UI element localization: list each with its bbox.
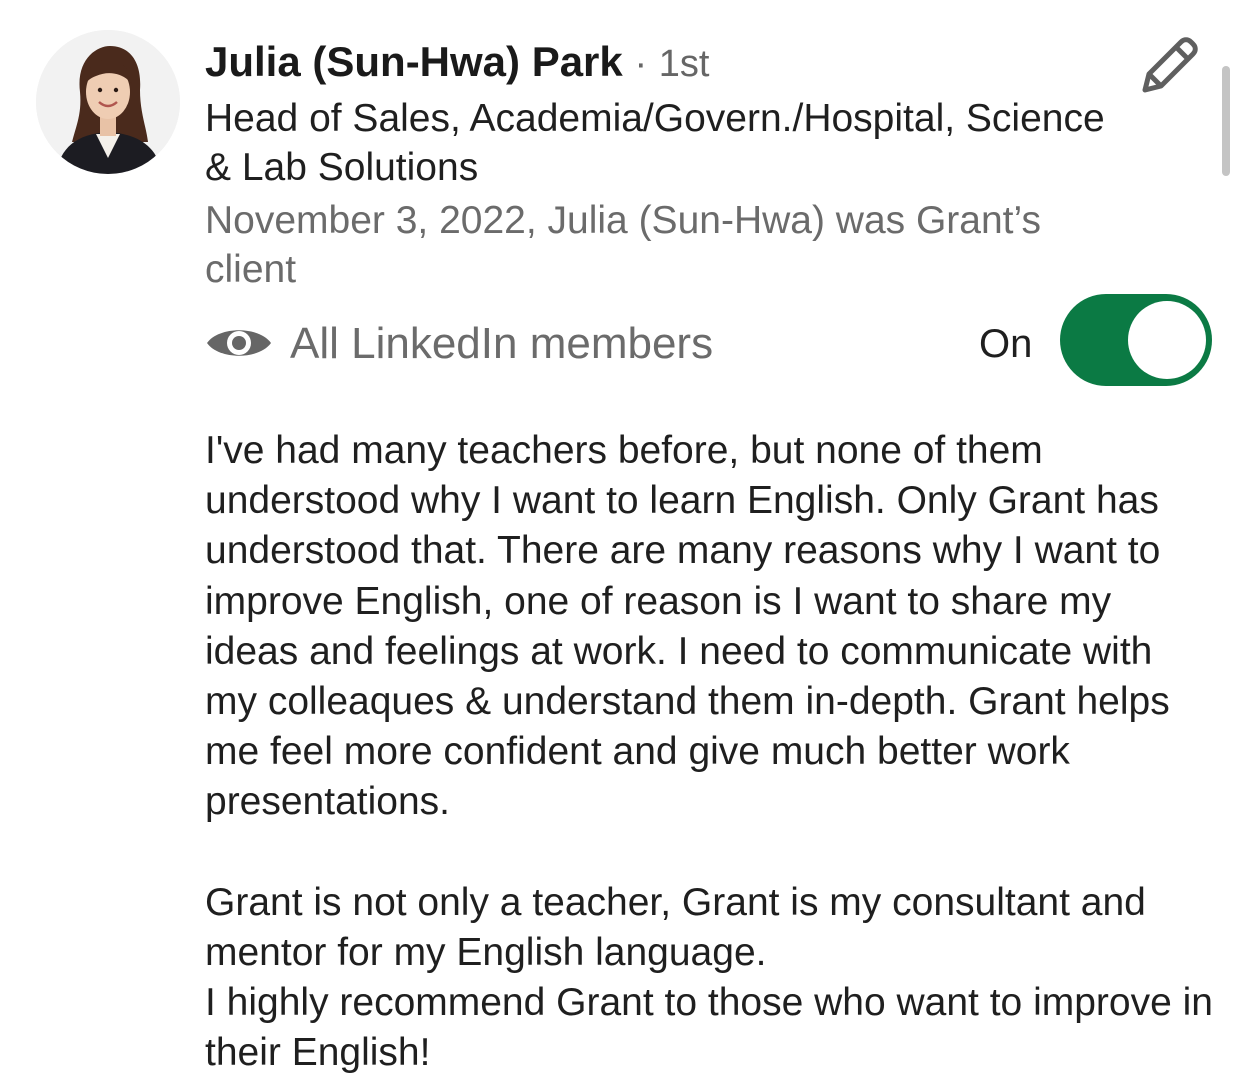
separator-dot: · <box>634 43 648 85</box>
eye-icon <box>205 322 273 364</box>
visibility-row: All LinkedIn members On <box>205 294 1215 386</box>
pencil-icon <box>1142 37 1198 93</box>
toggle-state-label: On <box>979 322 1033 366</box>
author-name[interactable]: Julia (Sun-Hwa) Park <box>205 38 623 85</box>
recommendation-paragraph: I highly recommend Grant to those who wa… <box>205 981 1213 1075</box>
edit-button[interactable] <box>1135 32 1203 100</box>
connection-degree: 1st <box>658 43 710 85</box>
profile-photo <box>36 30 180 174</box>
visibility-label: All LinkedIn members <box>290 319 714 368</box>
scrollbar[interactable] <box>1222 66 1230 176</box>
visibility-toggle[interactable] <box>1060 294 1212 386</box>
relationship-text: November 3, 2022, Julia (Sun-Hwa) was Gr… <box>205 199 1041 291</box>
author-headline: Head of Sales, Academia/Govern./Hospital… <box>205 97 1105 189</box>
toggle-knob <box>1128 301 1206 379</box>
recommendation-paragraph: Grant is not only a teacher, Grant is my… <box>205 880 1146 974</box>
recommendation-paragraph: I've had many teachers before, but none … <box>205 429 1170 824</box>
author-line: Julia (Sun-Hwa) Park · 1st <box>205 36 1105 90</box>
recommendation-header: Julia (Sun-Hwa) Park · 1st Head of Sales… <box>205 36 1105 294</box>
recommendation-text: I've had many teachers before, but none … <box>205 426 1215 1078</box>
avatar[interactable] <box>36 30 180 174</box>
